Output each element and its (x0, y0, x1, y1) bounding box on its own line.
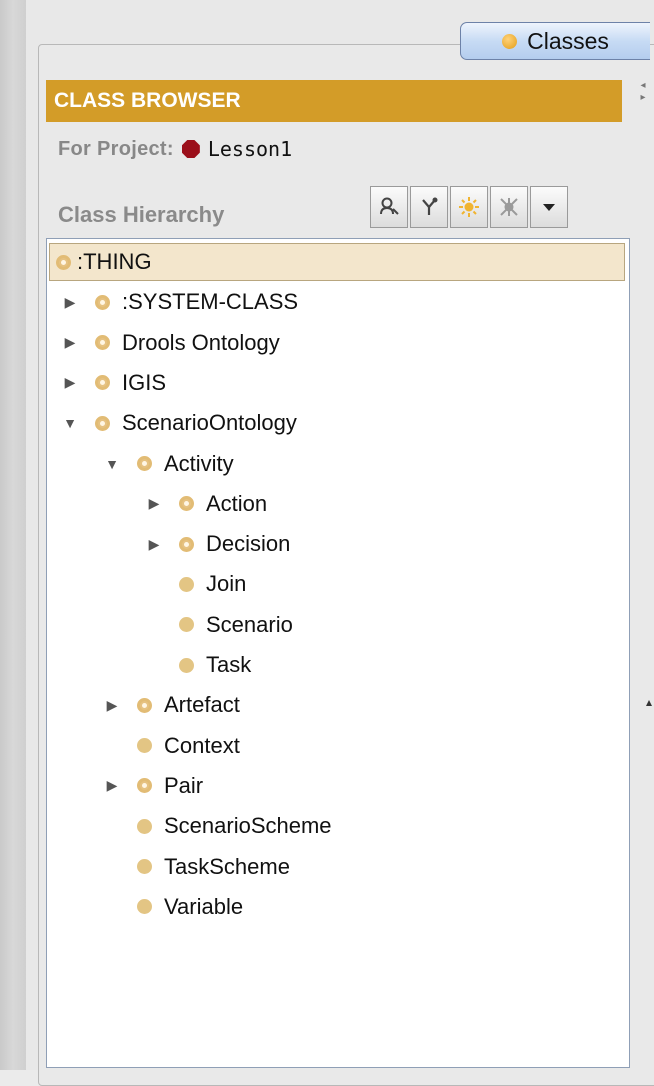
tree-item-label: :SYSTEM-CLASS (122, 289, 299, 315)
menu-dropdown-icon (543, 204, 555, 211)
tree-item-label: IGIS (122, 369, 167, 395)
class-with-subclasses-icon (95, 335, 110, 351)
create-subclass-icon (422, 197, 438, 215)
red-hexagon-icon (181, 140, 200, 158)
create-class-button[interactable] (450, 186, 488, 228)
tree-item[interactable]: ▶Context (47, 727, 240, 765)
expanded-arrow-icon[interactable]: ▼ (105, 456, 119, 472)
create-class-sun-icon (459, 197, 479, 217)
tree-item-label: Pair (164, 772, 204, 798)
tree-item[interactable]: ▶ IGIS (47, 364, 166, 402)
class-hierarchy-label: Class Hierarchy (58, 202, 225, 227)
tree-item-label: TaskScheme (164, 853, 290, 879)
class-with-subclasses-icon (95, 294, 110, 310)
project-line: For Project: Lesson1 (58, 134, 292, 164)
collapsed-arrow-icon[interactable]: ▶ (63, 334, 77, 351)
tab-label: Classes (527, 27, 609, 54)
tree-item[interactable]: ▶Join (47, 565, 246, 603)
class-icon (179, 576, 194, 592)
delete-class-button[interactable] (490, 186, 528, 228)
tree-item[interactable]: ▶ScenarioScheme (47, 807, 332, 845)
create-subclass-button[interactable] (410, 186, 448, 228)
class-with-subclasses-icon (179, 536, 194, 552)
tree-item-label: Join (206, 571, 247, 597)
tree-item-label: Context (164, 732, 240, 758)
class-icon (137, 738, 152, 754)
project-label: For Project: (58, 137, 174, 160)
tree-item[interactable]: ▶ Drools Ontology (47, 324, 280, 362)
class-hierarchy-tree[interactable]: :THING ▶ :SYSTEM-CLASS ▶ Drools Ontology ▶ IGI… (46, 238, 630, 1068)
expanded-arrow-icon[interactable]: ▼ (63, 415, 77, 431)
class-with-subclasses-icon (56, 254, 71, 270)
tree-item[interactable]: ▶Variable (47, 888, 243, 926)
search-user-button[interactable] (370, 186, 408, 228)
tree-item-label: Activity (164, 450, 234, 476)
tree-item[interactable]: ▼ ScenarioOntology (47, 404, 297, 442)
tree-item[interactable]: :THING (49, 243, 625, 281)
tree-item[interactable]: ▼ Activity (47, 445, 234, 483)
class-icon (137, 859, 152, 874)
orange-circle-icon (502, 33, 518, 49)
tree-item-label: ScenarioScheme (164, 813, 332, 839)
tree-item-label: :THING (77, 249, 152, 274)
class-icon (179, 617, 194, 633)
class-icon (137, 899, 152, 915)
tab-classes[interactable]: Classes (460, 22, 650, 60)
tree-item-label: Action (206, 490, 268, 516)
class-with-subclasses-icon (137, 778, 152, 794)
collapse-arrows-icon[interactable]: ◂ ▸ (632, 80, 654, 122)
header-title: CLASS BROWSER (54, 89, 241, 112)
class-icon (137, 818, 152, 834)
class-with-subclasses-icon (137, 697, 152, 713)
window-backdrop (0, 0, 27, 1070)
collapsed-arrow-icon[interactable]: ▶ (63, 374, 77, 391)
class-browser-panel: Classes CLASS BROWSER ◂ ▸ For Project: Le… (26, 0, 654, 1086)
tree-item-label: Scenario (206, 611, 293, 637)
tree-item-label: Decision (206, 531, 291, 557)
collapsed-arrow-icon[interactable]: ▶ (147, 536, 161, 553)
tree-item[interactable]: ▶ Artefact (47, 686, 240, 724)
search-user-icon (380, 197, 399, 215)
tree-item[interactable]: ▶ :SYSTEM-CLASS (47, 283, 298, 321)
collapsed-arrow-icon[interactable]: ▶ (147, 495, 161, 512)
class-with-subclasses-icon (179, 496, 194, 512)
class-with-subclasses-icon (137, 456, 152, 471)
tree-item[interactable]: ▶Scenario (47, 606, 293, 644)
collapsed-arrow-icon[interactable]: ▶ (105, 777, 119, 794)
class-with-subclasses-icon (95, 375, 110, 391)
project-name: Lesson1 (207, 137, 293, 161)
tree-item-label: Artefact (164, 692, 240, 718)
menu-dropdown-button[interactable] (530, 186, 568, 228)
tree-item-label: Drools Ontology (122, 329, 280, 355)
tree-item[interactable]: ▶ Action (47, 485, 268, 523)
tree-item[interactable]: ▶ Pair (47, 767, 204, 805)
hierarchy-toolbar (370, 186, 568, 228)
class-with-subclasses-icon (95, 415, 110, 431)
class-browser-header: CLASS BROWSER (46, 80, 622, 122)
collapsed-arrow-icon[interactable]: ▶ (105, 697, 119, 714)
class-icon (179, 657, 194, 673)
tree-item[interactable]: ▶ Decision (47, 525, 291, 563)
delete-class-icon (500, 198, 518, 216)
collapsed-arrow-icon[interactable]: ▶ (63, 294, 77, 311)
tree-item-label: ScenarioOntology (122, 410, 297, 436)
tree-item[interactable]: ▶Task (47, 646, 251, 684)
tree-item[interactable]: ▶TaskScheme (47, 848, 290, 886)
tree-item-label: Variable (164, 893, 244, 919)
tree-item-label: Task (206, 652, 252, 677)
